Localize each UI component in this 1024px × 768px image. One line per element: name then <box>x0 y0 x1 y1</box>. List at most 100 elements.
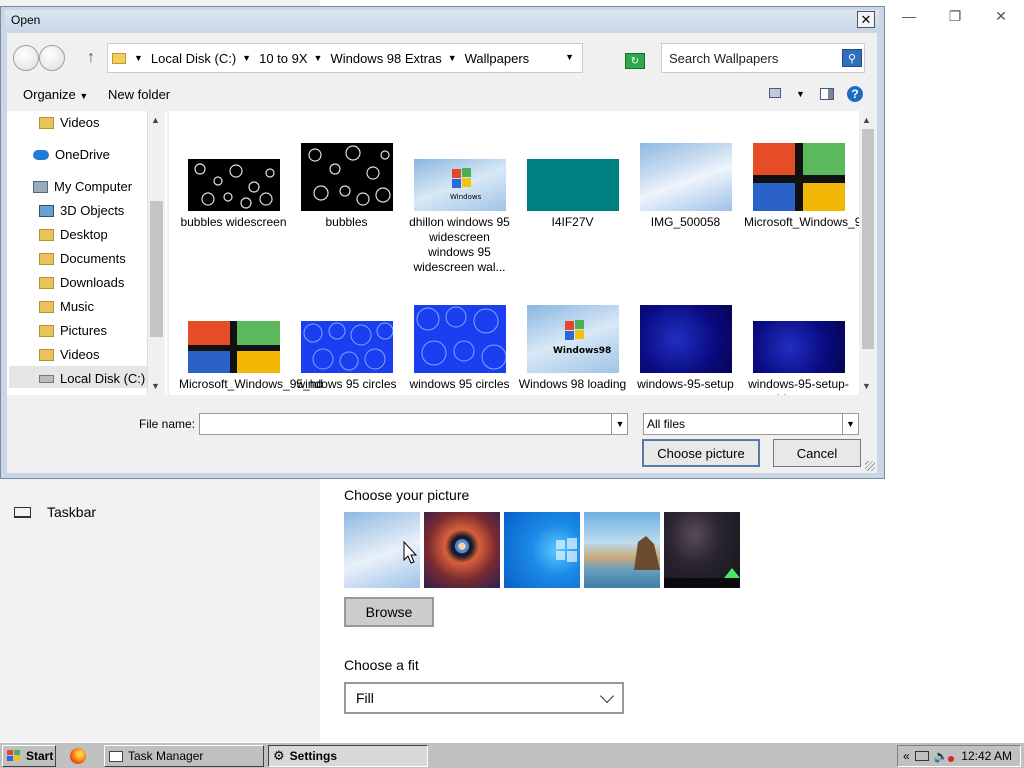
cursor-icon <box>403 540 418 564</box>
scroll-down-icon[interactable]: ▼ <box>151 381 160 391</box>
nav-item-videos-top[interactable]: Videos <box>39 115 100 130</box>
breadcrumb-4[interactable]: Wallpapers <box>465 51 530 66</box>
file-item[interactable]: Windows dhillon windows 95 widescreen wi… <box>403 159 516 275</box>
scrollbar-thumb[interactable] <box>150 201 163 337</box>
chevron-down-icon: ▼ <box>79 91 89 101</box>
folder-icon <box>112 52 126 64</box>
nav-item-local-disk[interactable]: Local Disk (C:) <box>39 371 145 386</box>
help-icon[interactable]: ? <box>847 86 863 102</box>
scroll-down-icon[interactable]: ▼ <box>862 381 871 391</box>
recent-picture-2[interactable] <box>424 512 500 588</box>
forward-button[interactable] <box>39 45 65 71</box>
file-list: bubbles widescreen bubbles Windows dhill… <box>169 111 877 395</box>
recent-picture-5[interactable] <box>664 512 740 588</box>
windows-logo-icon <box>556 538 577 562</box>
file-item[interactable]: bubbles widescreen <box>177 159 290 230</box>
taskbar-settings[interactable]: ⚙ Settings <box>268 745 428 767</box>
search-input[interactable]: Search Wallpapers ⚲ <box>661 43 865 73</box>
nav-item-onedrive[interactable]: OneDrive <box>33 147 110 162</box>
browse-button[interactable]: Browse <box>344 597 434 627</box>
nav-scrollbar[interactable]: ▲ ▼ <box>147 111 165 395</box>
dialog-title: Open <box>11 13 41 27</box>
maximize-button[interactable]: ❐ <box>932 4 978 28</box>
back-button[interactable] <box>13 45 39 71</box>
breadcrumb-3[interactable]: Windows 98 Extras ▼ <box>330 51 456 66</box>
preview-pane-icon[interactable] <box>820 88 834 100</box>
chevron-down-icon <box>599 688 615 704</box>
fit-select[interactable]: Fill <box>344 682 624 714</box>
file-item[interactable]: windows-95-setup-widescreen <box>742 321 855 395</box>
breadcrumb-1[interactable]: Local Disk (C:) ▼ <box>151 51 251 66</box>
chevron-down-icon[interactable]: ▼ <box>314 53 323 63</box>
mute-indicator-icon <box>947 756 954 762</box>
minimize-button[interactable]: — <box>886 4 932 28</box>
file-item[interactable]: bubbles <box>290 143 403 230</box>
svg-text:Windows: Windows <box>450 193 482 201</box>
recent-picture-1[interactable] <box>344 512 420 588</box>
dialog-title-bar[interactable]: Open ✕ <box>5 10 879 29</box>
file-name-input[interactable] <box>199 413 628 435</box>
file-item[interactable]: Windows98 Windows 98 loading screen <box>516 305 629 395</box>
file-item[interactable]: Microsoft_Windows_95_hd <box>177 321 323 392</box>
fit-value: Fill <box>356 690 374 706</box>
firefox-icon[interactable] <box>70 748 86 764</box>
cancel-button[interactable]: Cancel <box>773 439 861 467</box>
resize-grip[interactable] <box>865 461 875 471</box>
clock[interactable]: 12:42 AM <box>961 749 1012 763</box>
chevron-down-icon[interactable]: ▼ <box>448 53 457 63</box>
nav-item-videos[interactable]: Videos <box>39 347 100 362</box>
taskbar-task-manager[interactable]: Task Manager <box>104 745 264 767</box>
organize-button[interactable]: Organize ▼ <box>23 87 88 102</box>
nav-item-downloads[interactable]: Downloads <box>39 275 124 290</box>
address-bar[interactable]: ▼ Local Disk (C:) ▼ 10 to 9X ▼ Windows 98 … <box>107 43 583 73</box>
nav-item-music[interactable]: Music <box>39 299 94 314</box>
navigation-pane: Videos OneDrive My Computer 3D Objects D… <box>7 111 167 395</box>
file-item[interactable]: I4IF27V <box>516 159 629 230</box>
network-icon[interactable] <box>914 751 929 761</box>
file-item[interactable]: windows 95 circles <box>290 321 403 392</box>
folder-icon <box>39 252 54 265</box>
file-type-filter[interactable]: All files ▼ <box>643 413 859 435</box>
dialog-close-button[interactable]: ✕ <box>857 11 875 28</box>
file-item[interactable]: Microsoft_Windows_95 <box>742 143 868 230</box>
tent-scene <box>664 568 740 588</box>
choose-picture-label: Choose your picture <box>344 487 470 503</box>
change-view-icon[interactable] <box>769 88 781 98</box>
breadcrumb-2[interactable]: 10 to 9X ▼ <box>259 51 322 66</box>
chevron-left-icon[interactable]: « <box>903 749 910 763</box>
nav-item-desktop[interactable]: Desktop <box>39 227 108 242</box>
nav-item-documents[interactable]: Documents <box>39 251 126 266</box>
folder-icon <box>39 324 54 337</box>
choose-picture-button[interactable]: Choose picture <box>642 439 760 467</box>
file-item[interactable]: windows 95 circles <box>403 305 516 392</box>
scrollbar-thumb[interactable] <box>862 129 874 349</box>
task-manager-label: Task Manager <box>128 749 204 763</box>
scroll-up-icon[interactable]: ▲ <box>862 115 871 125</box>
scroll-up-icon[interactable]: ▲ <box>151 115 160 125</box>
address-history-dropdown[interactable]: ▼ <box>565 52 574 62</box>
file-list-scrollbar[interactable]: ▲ ▼ <box>859 111 877 395</box>
start-button[interactable]: Start <box>2 745 56 767</box>
file-name-dropdown[interactable]: ▼ <box>611 413 628 435</box>
refresh-icon[interactable]: ↻ <box>625 53 645 69</box>
settings-nav-taskbar[interactable]: Taskbar <box>14 504 96 520</box>
folder-icon <box>39 116 54 129</box>
recent-picture-4[interactable] <box>584 512 660 588</box>
nav-item-3d-objects[interactable]: 3D Objects <box>39 203 124 218</box>
taskbar: Start Task Manager ⚙ Settings « 🔈 12:42 … <box>0 742 1024 768</box>
file-item[interactable]: windows-95-setup <box>629 305 742 392</box>
close-button[interactable]: ✕ <box>978 4 1024 28</box>
folder-icon <box>39 348 54 361</box>
view-options-dropdown[interactable]: ▼ <box>796 89 805 99</box>
file-item[interactable]: IMG_500058 <box>629 143 742 230</box>
file-thumbnail <box>300 143 393 211</box>
recent-picture-3[interactable] <box>504 512 580 588</box>
new-folder-button[interactable]: New folder <box>108 87 170 102</box>
chevron-down-icon[interactable]: ▼ <box>242 53 251 63</box>
speaker-icon[interactable]: 🔈 <box>934 749 949 763</box>
nav-item-my-computer[interactable]: My Computer <box>33 179 132 194</box>
up-folder-icon[interactable]: ↑ <box>87 49 95 67</box>
nav-item-pictures[interactable]: Pictures <box>39 323 107 338</box>
search-icon[interactable]: ⚲ <box>842 49 862 67</box>
chevron-down-icon[interactable]: ▼ <box>134 53 143 63</box>
